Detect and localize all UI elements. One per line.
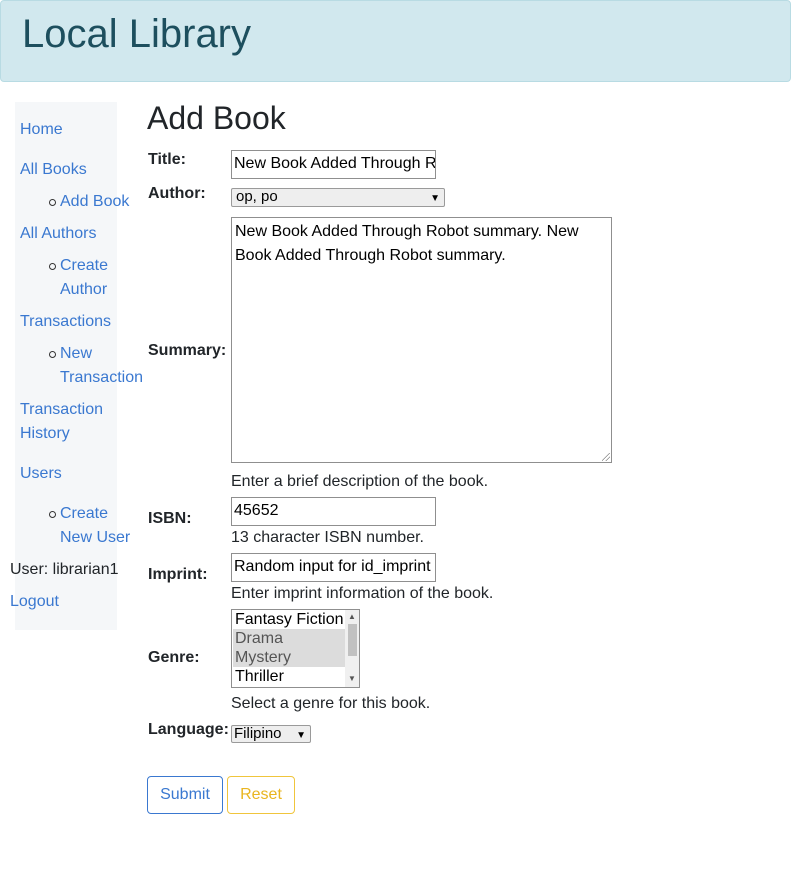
sidebar-item-all-books[interactable]: All Books <box>20 158 87 182</box>
sidebar-item-transaction-history[interactable]: Transaction History <box>20 398 103 446</box>
sidebar: Home All Books Add Book All Authors Crea… <box>10 102 143 630</box>
summary-textarea[interactable]: New Book Added Through Robot summary. Ne… <box>231 217 612 463</box>
chevron-down-icon: ▼ <box>296 730 306 741</box>
sidebar-item-create-user[interactable]: Create New User <box>60 502 130 550</box>
genre-option[interactable]: Fantasy Fiction <box>233 610 347 629</box>
isbn-help: 13 character ISBN number. <box>231 529 424 546</box>
title-input[interactable]: New Book Added Through Robot <box>231 150 436 179</box>
sidebar-item-add-book[interactable]: Add Book <box>60 190 129 214</box>
summary-text: New Book Added Through Robot summary. Ne… <box>235 223 579 264</box>
author-select[interactable]: op, po ▼ <box>231 188 445 207</box>
bullet-icon <box>49 511 56 518</box>
bullet-icon <box>49 351 56 358</box>
resize-grip-icon[interactable] <box>602 453 610 461</box>
site-title: Local Library <box>22 12 252 56</box>
scroll-thumb[interactable] <box>348 624 357 656</box>
author-select-value: op, po <box>236 188 278 205</box>
page-title: Add Book <box>147 100 286 136</box>
submit-button[interactable]: Submit <box>147 776 223 814</box>
sidebar-item-home[interactable]: Home <box>20 118 63 142</box>
bullet-icon <box>49 263 56 270</box>
chevron-down-icon: ▼ <box>430 193 440 204</box>
sidebar-item-create-author[interactable]: Create Author <box>60 254 108 302</box>
language-label: Language: <box>148 721 229 738</box>
language-select-value: Filipino <box>234 725 282 742</box>
imprint-help: Enter imprint information of the book. <box>231 585 494 602</box>
title-label: Title: <box>148 151 186 168</box>
sidebar-item-transactions[interactable]: Transactions <box>20 310 111 334</box>
site-header: Local Library <box>0 0 791 82</box>
sidebar-item-new-transaction[interactable]: New Transaction <box>60 342 143 390</box>
imprint-input[interactable]: Random input for id_imprint <box>231 553 436 582</box>
summary-label: Summary: <box>148 342 227 359</box>
language-select[interactable]: Filipino ▼ <box>231 725 311 743</box>
scroll-up-icon[interactable]: ▲ <box>348 613 356 621</box>
sidebar-item-all-authors[interactable]: All Authors <box>20 222 96 246</box>
author-label: Author: <box>148 185 206 202</box>
scroll-down-icon[interactable]: ▼ <box>348 675 356 683</box>
sidebar-item-users[interactable]: Users <box>20 462 62 486</box>
reset-button[interactable]: Reset <box>227 776 295 814</box>
isbn-input[interactable]: 45652 <box>231 497 436 526</box>
genre-help: Select a genre for this book. <box>231 695 431 712</box>
bullet-icon <box>49 199 56 206</box>
genre-option[interactable]: Thriller <box>233 667 347 686</box>
sidebar-item-logout[interactable]: Logout <box>10 590 59 614</box>
genre-scrollbar[interactable]: ▲ ▼ <box>345 610 359 687</box>
genre-option-selected[interactable]: Mystery <box>233 648 347 667</box>
isbn-label: ISBN: <box>148 510 192 527</box>
current-user-label: User: librarian1 <box>10 561 119 578</box>
genre-listbox[interactable]: Fantasy Fiction Drama Mystery Thriller ▲… <box>231 609 360 688</box>
summary-help: Enter a brief description of the book. <box>231 473 489 490</box>
genre-label: Genre: <box>148 649 200 666</box>
imprint-label: Imprint: <box>148 566 208 583</box>
genre-option-selected[interactable]: Drama <box>233 629 347 648</box>
